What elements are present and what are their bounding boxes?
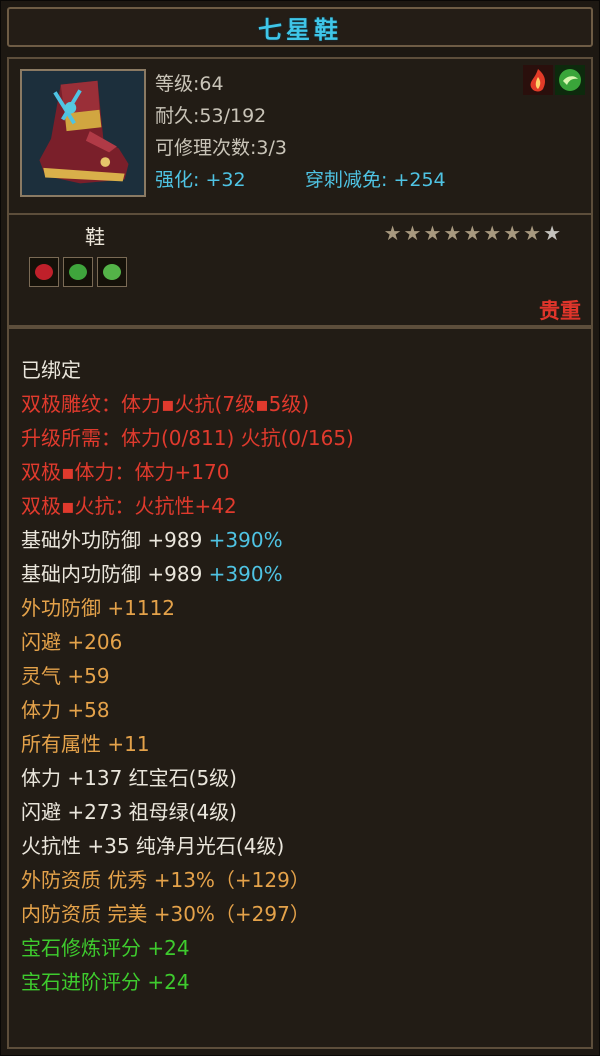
item-type-panel: 鞋 ★ ★ ★ ★ ★ ★ ★ ★ ★ 贵重 — [7, 215, 593, 327]
star-filled-icon: ★ — [503, 221, 522, 245]
gem-slots — [29, 257, 127, 287]
star-empty-icon: ★ — [543, 221, 561, 245]
gem-icon — [69, 264, 87, 280]
star-filled-icon: ★ — [403, 221, 422, 245]
attribute-line: 所有属性 +11 — [21, 732, 150, 756]
gem-icon — [103, 264, 121, 280]
rarity-label: 贵重 — [539, 299, 581, 323]
attribute-bonus: +390% — [208, 562, 283, 586]
durability-label: 耐久:53/192 — [155, 105, 267, 127]
attribute-text: 基础内功防御 +989 — [21, 562, 209, 586]
attributes-panel: 已绑定 双极雕纹：体力▪火抗(7级▪5级) 升级所需：体力(0/811) 火抗(… — [7, 327, 593, 1049]
attribute-line: 闪避 +273 祖母绿(4级) — [21, 800, 237, 824]
bound-status: 已绑定 — [21, 358, 81, 382]
star-filled-icon: ★ — [483, 221, 502, 245]
gem-slot-icon[interactable] — [29, 257, 59, 287]
attribute-line: 宝石修炼评分 +24 — [21, 936, 190, 960]
repair-count-label: 可修理次数:3/3 — [155, 137, 287, 159]
star-filled-icon: ★ — [383, 221, 402, 245]
item-type-label: 鞋 — [85, 225, 105, 249]
item-tooltip: 七星鞋 等级:64 耐久:53/192 可修理次数:3/3 强化: +32 穿刺… — [0, 0, 600, 1056]
star-rating: ★ ★ ★ ★ ★ ★ ★ ★ ★ — [384, 223, 561, 243]
item-summary-panel: 等级:64 耐久:53/192 可修理次数:3/3 强化: +32 穿刺减免: … — [7, 57, 593, 215]
level-label: 等级:64 — [155, 73, 224, 95]
attribute-line: 基础外功防御 +989 +390% — [21, 523, 354, 557]
attribute-text: 基础外功防御 +989 — [21, 528, 209, 552]
attribute-bonus: +390% — [208, 528, 283, 552]
title-bar: 七星鞋 — [7, 7, 593, 47]
attribute-line: 体力 +58 — [21, 698, 110, 722]
attribute-line: 双极▪火抗：火抗性+42 — [21, 494, 237, 518]
attribute-line: 升级所需：体力(0/811) 火抗(0/165) — [21, 426, 354, 450]
gem-slot-icon[interactable] — [63, 257, 93, 287]
attribute-line: 闪避 +206 — [21, 630, 123, 654]
gem-slot-icon[interactable] — [97, 257, 127, 287]
star-filled-icon: ★ — [423, 221, 442, 245]
wind-element-icon — [555, 65, 585, 95]
attribute-line: 外防资质 优秀 +13%（+129） — [21, 868, 310, 892]
boots-icon[interactable] — [20, 69, 146, 197]
attribute-list: 已绑定 双极雕纹：体力▪火抗(7级▪5级) 升级所需：体力(0/811) 火抗(… — [21, 353, 354, 999]
fire-element-icon — [523, 65, 553, 95]
item-name: 七星鞋 — [258, 15, 342, 44]
attribute-line: 火抗性 +35 纯净月光石(4级) — [21, 834, 285, 858]
attribute-line: 双极雕纹：体力▪火抗(7级▪5级) — [21, 392, 310, 416]
star-filled-icon: ★ — [463, 221, 482, 245]
gem-icon — [35, 264, 53, 280]
attribute-line: 宝石进阶评分 +24 — [21, 970, 190, 994]
pierce-reduction-label: 穿刺减免: +254 — [305, 169, 446, 191]
star-filled-icon: ★ — [523, 221, 542, 245]
attribute-line: 基础内功防御 +989 +390% — [21, 557, 354, 591]
star-filled-icon: ★ — [443, 221, 462, 245]
attribute-line: 灵气 +59 — [21, 664, 110, 688]
attribute-line: 内防资质 完美 +30%（+297） — [21, 902, 310, 926]
enhance-label: 强化: +32 — [155, 169, 246, 191]
status-icons — [523, 65, 585, 99]
attribute-line: 外功防御 +1112 — [21, 596, 176, 620]
attribute-line: 体力 +137 红宝石(5级) — [21, 766, 237, 790]
attribute-line: 双极▪体力：体力+170 — [21, 460, 230, 484]
